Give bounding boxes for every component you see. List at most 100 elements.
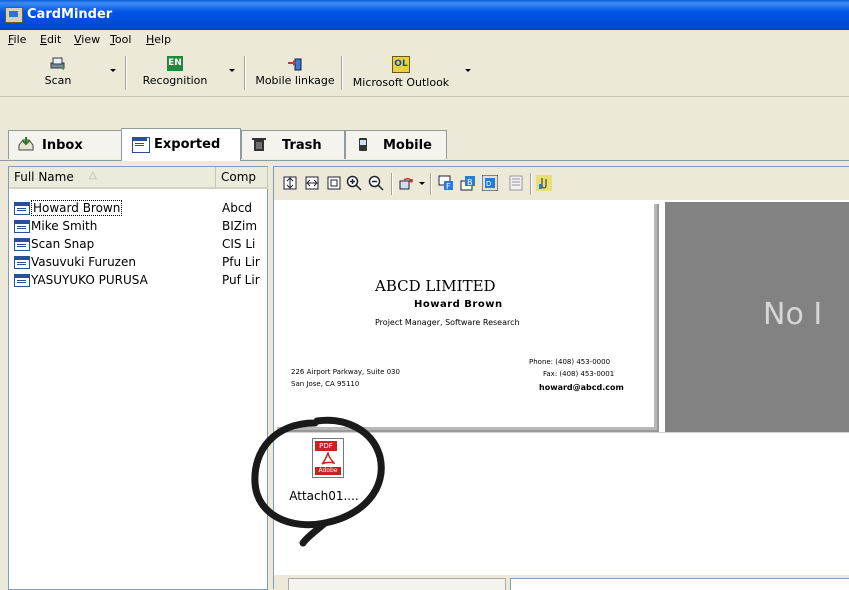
list-item[interactable]: Vasuvuki Furuzen Pfu Lir — [9, 254, 266, 271]
window-title: CardMinder — [27, 7, 113, 22]
trash-icon — [252, 138, 266, 151]
card-name: Howard Brown — [414, 299, 503, 310]
scan-label: Scan — [44, 74, 72, 87]
tab-mobile-label: Mobile — [383, 138, 432, 153]
tab-exported-label: Exported — [154, 137, 221, 152]
list-item-name: Mike Smith — [31, 219, 98, 233]
actual-size-icon[interactable] — [326, 175, 342, 191]
card-icon — [132, 137, 150, 153]
menu-file[interactable]: File — [8, 33, 26, 46]
outlook-label: Microsoft Outlook — [352, 76, 450, 89]
cardminder-app-icon — [5, 7, 23, 23]
list-item-name: Scan Snap — [31, 237, 95, 251]
column-header-label: Full Name — [14, 170, 74, 184]
pdf-file-icon: PDF Adobe — [312, 438, 344, 478]
tab-trash[interactable]: Trash — [241, 130, 345, 159]
menu-file-label: ile — [13, 33, 27, 46]
viewer-toolbar-separator — [391, 173, 393, 195]
detail-header-bar — [274, 575, 849, 590]
tab-inbox-label: Inbox — [42, 138, 83, 153]
fit-width-icon[interactable] — [304, 175, 320, 191]
list-item-company: Pfu Lir — [222, 255, 260, 269]
rotate-icon[interactable] — [398, 175, 414, 191]
tab-inbox[interactable]: Inbox — [8, 130, 122, 159]
card-phone: Phone: (408) 453-0000 — [529, 358, 611, 366]
zoom-in-icon[interactable] — [346, 175, 362, 191]
outlook-icon: OL — [392, 56, 410, 73]
rotate-dropdown-arrow[interactable] — [419, 182, 425, 185]
layout-icon[interactable] — [508, 175, 524, 191]
list-item-company: Abcd — [222, 201, 253, 215]
card-icon — [14, 274, 30, 287]
card-email: howard@abcd.com — [539, 383, 624, 392]
card-list[interactable]: Full Name △ Comp Howard Brown Abcd Mike … — [8, 166, 268, 590]
list-item-company: BIZim — [222, 219, 258, 233]
list-item-company: CIS Li — [222, 237, 256, 251]
mobile-linkage-icon — [288, 58, 302, 71]
front-side-icon[interactable]: F — [438, 175, 454, 191]
list-item-name: Howard Brown — [31, 200, 123, 216]
card-icon — [14, 256, 30, 269]
inbox-icon — [18, 137, 34, 151]
card-icon — [14, 220, 30, 233]
tab-mobile[interactable]: Mobile — [345, 130, 447, 159]
card-company: ABCD LIMITED — [375, 277, 496, 295]
list-item[interactable]: YASUYUKO PURUSA Puf Lir — [9, 272, 266, 289]
menu-edit-label: dit — [46, 33, 62, 46]
mobile-linkage-button[interactable]: Mobile linkage — [249, 52, 341, 92]
list-item[interactable]: Howard Brown Abcd — [9, 200, 266, 217]
zoom-out-icon[interactable] — [368, 175, 384, 191]
pdf-badge: PDF — [315, 441, 337, 451]
list-item[interactable]: Mike Smith BIZim — [9, 218, 266, 235]
viewer-toolbar-separator — [530, 173, 532, 195]
svg-text:F: F — [446, 182, 451, 191]
back-side-icon[interactable]: B — [460, 175, 476, 191]
menu-edit[interactable]: Edit — [40, 33, 61, 46]
menu-edit-accel: E — [40, 33, 47, 46]
column-header-company[interactable]: Comp — [216, 167, 268, 189]
acrobat-logo-icon — [321, 452, 335, 465]
no-image-placeholder: No I — [665, 202, 849, 432]
card-icon — [14, 238, 30, 251]
recognition-button[interactable]: EN Recognition — [137, 52, 213, 92]
scan-dropdown-arrow[interactable] — [110, 69, 116, 72]
card-image-area: ABCD LIMITED Howard Brown Project Manage… — [274, 202, 849, 433]
menu-view[interactable]: View — [74, 33, 100, 46]
card-icon — [14, 202, 30, 215]
outlook-dropdown-arrow[interactable] — [465, 69, 471, 72]
mobile-icon — [359, 138, 367, 151]
mobile-linkage-label: Mobile linkage — [255, 74, 335, 87]
card-viewer: F B D ABCD LIMITED Howard Brown Project … — [273, 166, 849, 590]
title-bar: CardMinder — [0, 0, 849, 30]
menu-help[interactable]: Help — [146, 33, 171, 46]
menu-tool[interactable]: Tool — [110, 33, 131, 46]
toolbar-separator — [244, 56, 246, 90]
svg-text:D: D — [486, 180, 491, 188]
menu-tool-label: ool — [114, 33, 132, 46]
tab-exported[interactable]: Exported — [121, 128, 241, 161]
column-header-full-name[interactable]: Full Name △ — [9, 167, 216, 189]
microsoft-outlook-button[interactable]: OL Microsoft Outlook — [345, 52, 457, 92]
attachment-filename: Attach01.... — [289, 489, 359, 503]
recognition-icon: EN — [167, 56, 183, 71]
menu-view-label: iew — [81, 33, 101, 46]
list-item-name: YASUYUKO PURUSA — [31, 273, 148, 287]
list-item[interactable]: Scan Snap CIS Li — [9, 236, 266, 253]
viewer-toolbar: F B D — [274, 167, 849, 200]
toolbar-separator — [125, 56, 127, 90]
scan-button[interactable]: Scan — [40, 52, 76, 92]
menu-bar: File Edit View Tool Help — [0, 30, 849, 49]
pdf-attachment[interactable]: PDF Adobe — [304, 438, 352, 484]
recognition-label: Recognition — [142, 74, 208, 87]
main-toolbar: Scan EN Recognition Mobile linkage OL Mi… — [0, 50, 849, 97]
adobe-badge: Adobe — [315, 467, 341, 475]
double-side-icon[interactable]: D — [482, 175, 498, 191]
sort-ascending-icon: △ — [89, 170, 97, 181]
list-item-company: Puf Lir — [222, 273, 260, 287]
scanner-icon — [50, 57, 65, 70]
attachment-icon[interactable] — [536, 175, 552, 191]
recognition-dropdown-arrow[interactable] — [229, 69, 235, 72]
fit-page-icon[interactable] — [282, 175, 298, 191]
svg-text:B: B — [467, 178, 473, 187]
detail-value-field[interactable] — [510, 578, 849, 590]
